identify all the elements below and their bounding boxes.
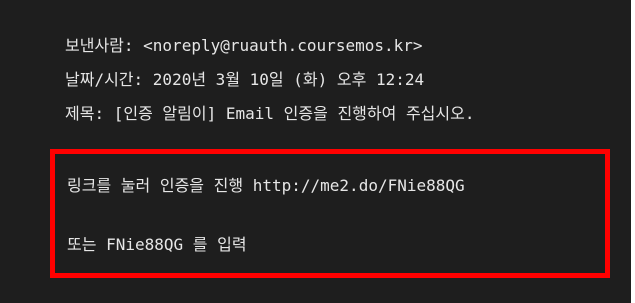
subject-row: 제목: [인증 알림이] Email 인증을 진행하여 주십시오.: [65, 103, 474, 125]
date-value: 2020년 3월 10일 (화) 오후 12:24: [152, 70, 425, 89]
from-address: <noreply@ruauth.coursemos.kr>: [143, 36, 423, 55]
from-label: 보낸사람:: [65, 36, 134, 55]
email-panel: 보낸사람: <noreply@ruauth.coursemos.kr> 날짜/시…: [0, 0, 631, 303]
subject-value: [인증 알림이] Email 인증을 진행하여 주십시오.: [113, 104, 475, 123]
subject-label: 제목:: [65, 104, 105, 123]
date-label: 날짜/시간:: [65, 70, 144, 89]
verification-code-line: 또는 FNie88QG 를 입력: [67, 235, 247, 254]
highlight-box: [50, 149, 610, 278]
from-row: 보낸사람: <noreply@ruauth.coursemos.kr>: [65, 35, 423, 57]
verification-link-line[interactable]: 링크를 눌러 인증을 진행 http://me2.do/FNie88QG: [67, 175, 465, 197]
date-row: 날짜/시간: 2020년 3월 10일 (화) 오후 12:24: [65, 69, 424, 91]
